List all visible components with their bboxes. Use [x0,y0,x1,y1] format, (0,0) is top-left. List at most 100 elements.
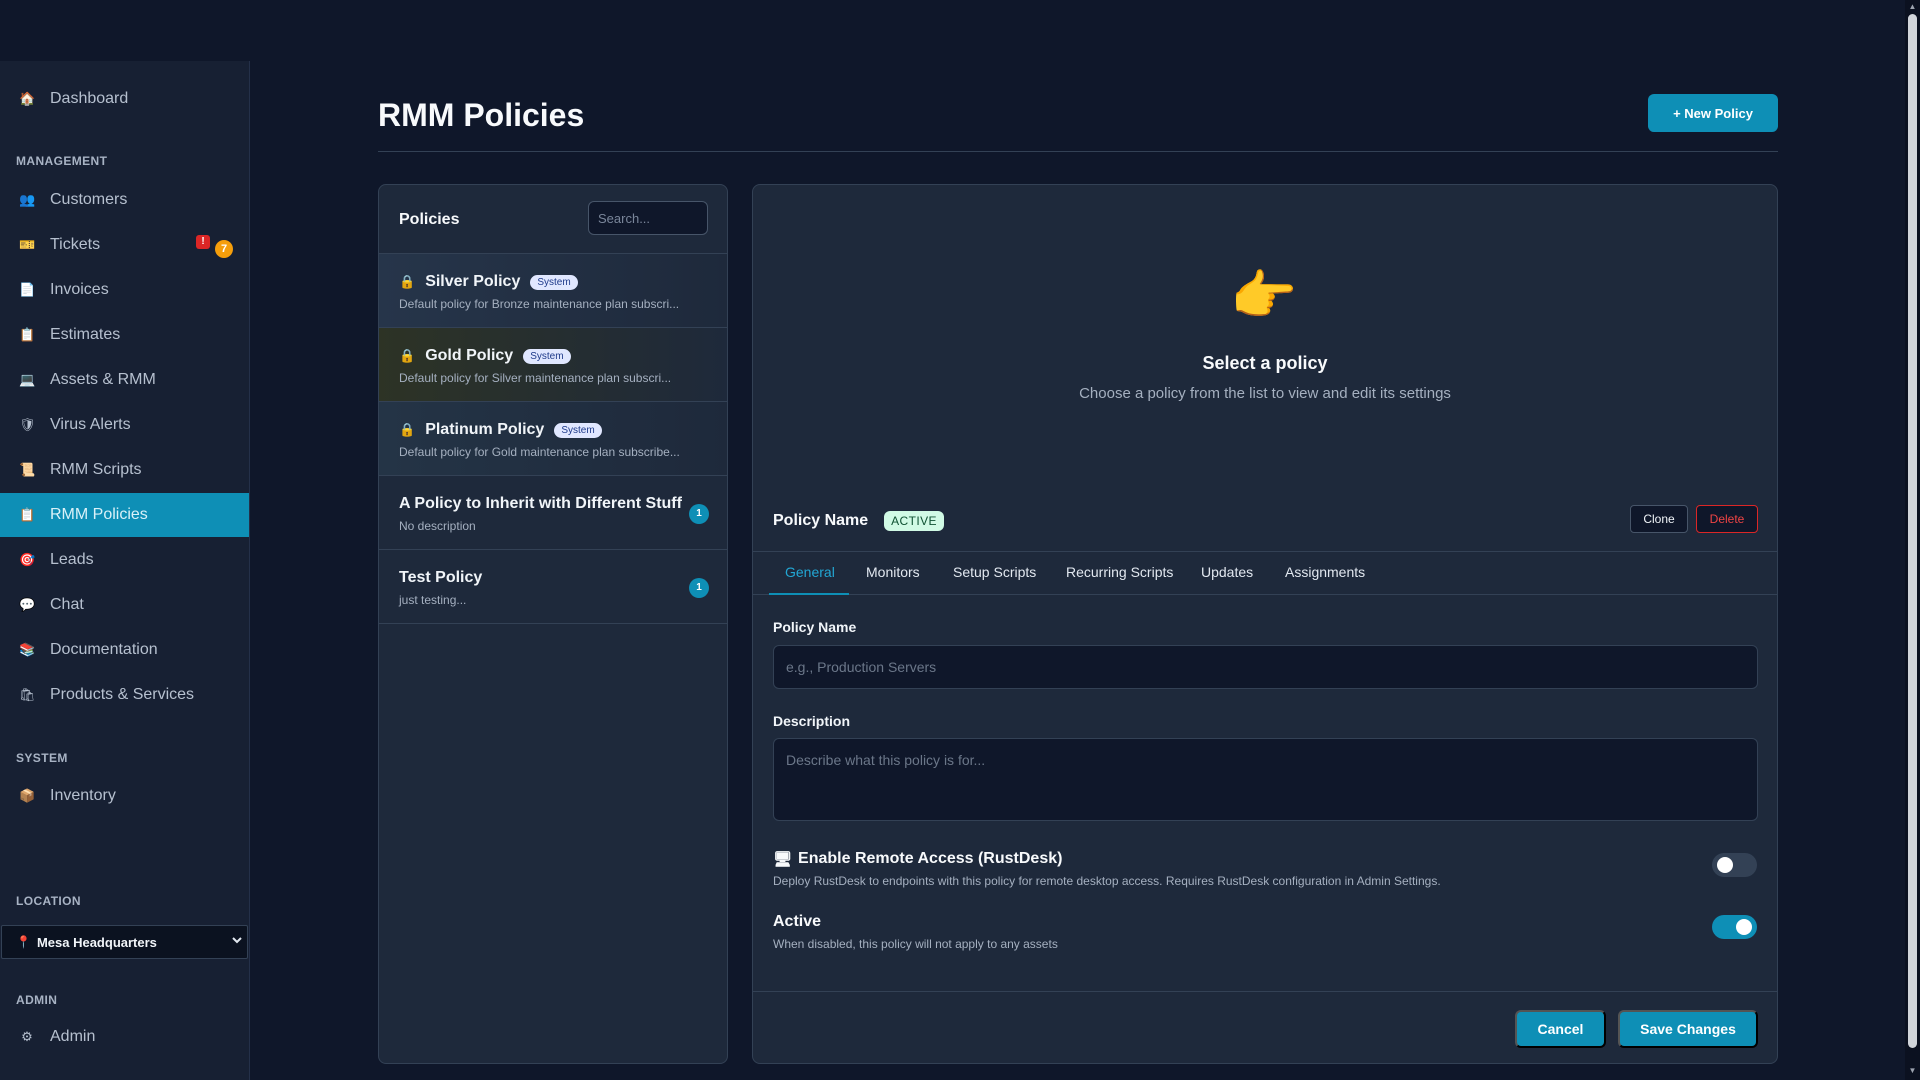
sidebar-item-assets-rmm[interactable]: 💻 Assets & RMM [0,358,249,402]
sidebar-item-label: Estimates [50,326,121,343]
scroll-down-arrow-icon[interactable]: ▼ [1908,1066,1917,1075]
laptop-icon: 💻 [19,372,36,387]
sidebar-item-virus-alerts[interactable]: 🛡 Virus Alerts [0,403,249,447]
sidebar-item-rmm-policies[interactable]: 📋 RMM Policies [0,493,249,537]
active-toggle[interactable] [1712,915,1757,939]
policy-detail-panel: 👉 Select a policy Choose a policy from t… [752,184,1778,1064]
header-divider [378,151,1778,152]
toggle-knob [1736,919,1752,935]
sidebar-item-inventory[interactable]: 📦 Inventory [0,774,249,818]
status-badge: ACTIVE [884,511,944,531]
sidebar-item-estimates[interactable]: 📋 Estimates [0,313,249,357]
policy-item-test[interactable]: Test Policy just testing... 1 [379,550,727,624]
clone-button[interactable]: Clone [1630,505,1688,533]
system-badge: System [554,422,602,438]
active-label: Active [773,913,822,930]
sidebar-item-rmm-scripts[interactable]: 📜 RMM Scripts [0,448,249,492]
policy-name: A Policy to Inherit with Different Stuff [399,495,682,512]
active-title: Active [773,913,821,931]
alert-badge: ! [196,235,210,249]
tab-setup-scripts[interactable]: Setup Scripts [953,564,1036,580]
empty-state-title: Select a policy [1202,353,1328,373]
section-label-system: SYSTEM [16,751,68,765]
cancel-button[interactable]: Cancel [1515,1010,1606,1048]
sidebar-item-leads[interactable]: 🎯 Leads [0,538,249,582]
search-input[interactable] [588,201,708,235]
sidebar-item-label: Dashboard [50,90,129,107]
books-icon: 📚 [19,642,36,657]
sidebar-item-label: Chat [50,596,84,613]
monitor-icon: 🖥 [773,851,793,868]
clipboard-icon: 📋 [19,507,36,522]
sidebar-item-tickets[interactable]: 🎫 Tickets ! 7 [0,223,249,267]
toggle-knob [1717,857,1733,873]
scrollbar-thumb[interactable] [1908,14,1917,1048]
description-textarea[interactable] [773,738,1758,821]
sidebar-item-label: Tickets [50,236,101,253]
remote-access-label: Enable Remote Access (RustDesk) [798,850,1063,867]
sidebar-item-invoices[interactable]: 📄 Invoices [0,268,249,312]
description-label: Description [773,713,851,729]
section-label-admin: ADMIN [16,993,58,1007]
active-tab-indicator [769,593,849,595]
policies-title: Policies [399,211,460,228]
sidebar-item-customers[interactable]: 👥 Customers [0,178,249,222]
scroll-up-arrow-icon[interactable]: ▲ [1908,2,1917,11]
tab-general[interactable]: General [785,564,835,580]
policy-item-platinum[interactable]: 🔒 Platinum Policy System Default policy … [379,402,727,476]
sidebar-item-label: Documentation [50,641,158,658]
policy-name: Test Policy [399,569,483,586]
policy-item-silver[interactable]: 🔒 Silver Policy System Default policy fo… [379,254,727,328]
sidebar-item-label: Assets & RMM [50,371,156,388]
lock-icon: 🔒 [399,274,416,289]
sidebar-item-documentation[interactable]: 📚 Documentation [0,628,249,672]
pointing-hand-icon: 👉 [1230,266,1298,326]
system-badge: System [523,348,571,364]
system-badge: System [530,274,578,290]
policy-item-gold[interactable]: 🔒 Gold Policy System Default policy for … [379,328,727,402]
policy-name-label: Policy Name [773,619,857,635]
sidebar-item-chat[interactable]: 💬 Chat [0,583,249,627]
empty-state-subtitle: Choose a policy from the list to view an… [1079,385,1451,402]
remote-access-description: Deploy RustDesk to endpoints with this p… [773,874,1441,888]
sidebar-item-products-services[interactable]: 🛍 Products & Services [0,673,249,717]
sidebar-item-admin[interactable]: ⚙ Admin [0,1015,249,1059]
policy-name: Silver Policy [425,273,521,290]
page-scrollbar[interactable]: ▲ ▼ [1905,0,1920,1080]
policy-name-input[interactable] [773,645,1758,689]
sidebar-item-label: Inventory [50,787,116,804]
policy-description: just testing... [399,593,467,607]
lock-icon: 🔒 [399,348,416,363]
policy-heading-text: Policy Name [773,512,869,529]
scroll-icon: 📜 [19,462,36,477]
assignment-count-badge: 1 [689,578,709,598]
delete-button[interactable]: Delete [1696,505,1758,533]
chat-bubble-icon: 💬 [19,597,36,612]
tab-monitors[interactable]: Monitors [866,564,920,580]
sidebar-item-label: Invoices [50,281,109,298]
policy-description: Default policy for Silver maintenance pl… [399,371,672,385]
sidebar-item-label: RMM Scripts [50,461,142,478]
policy-item-inherit[interactable]: A Policy to Inherit with Different Stuff… [379,476,727,550]
tab-assignments[interactable]: Assignments [1285,564,1365,580]
pin-icon: 📍 [16,935,31,949]
location-select[interactable]: 📍 Mesa Headquarters [1,925,248,959]
assignment-count-badge: 1 [689,504,709,524]
tab-bar: General Monitors Setup Scripts Recurring… [753,551,1777,595]
gear-icon: ⚙ [21,1029,33,1044]
policy-name: Platinum Policy [425,421,545,438]
policies-panel: Policies 🔒 Silver Policy System Default … [378,184,728,1064]
tab-updates[interactable]: Updates [1201,564,1253,580]
lock-icon: 🔒 [399,422,416,437]
section-label-location: LOCATION [16,894,81,908]
new-policy-button[interactable]: + New Policy [1648,94,1778,132]
remote-access-toggle[interactable] [1712,853,1757,877]
sidebar-item-label: Customers [50,191,128,208]
location-value: Mesa Headquarters [36,934,157,950]
save-changes-button[interactable]: Save Changes [1618,1010,1758,1048]
sidebar-item-label: Products & Services [50,686,195,703]
tab-recurring-scripts[interactable]: Recurring Scripts [1066,564,1173,580]
sidebar-item-dashboard[interactable]: 🏠 Dashboard [0,77,249,121]
house-icon: 🏠 [19,91,36,106]
sidebar-item-label: Virus Alerts [50,416,131,433]
